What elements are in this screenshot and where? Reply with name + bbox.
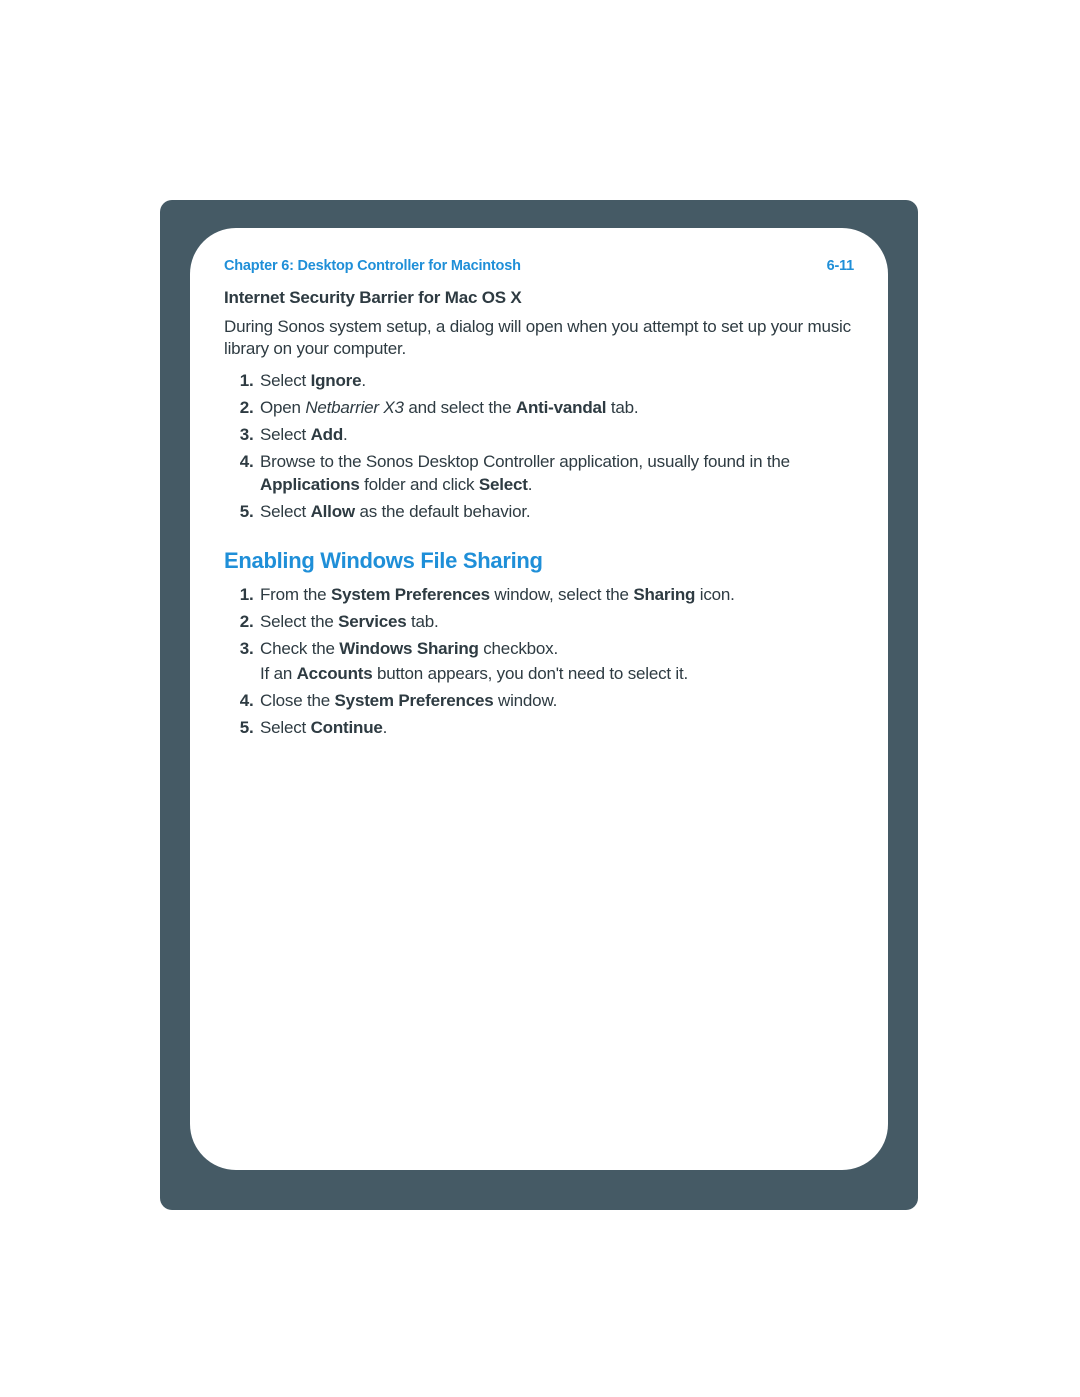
list-item: Open Netbarrier X3 and select the Anti-v… [258,397,854,420]
text: . [361,371,366,390]
text: Select the [260,612,338,631]
text: icon. [695,585,734,604]
text-bold: Accounts [297,664,373,683]
section2-steps: From the System Preferences window, sele… [224,584,854,740]
list-item: Check the Windows Sharing checkbox. If a… [258,638,854,686]
text: tab. [407,612,439,631]
text: window, select the [490,585,633,604]
text: button appears, you don't need to select… [372,664,688,683]
text: Select [260,718,311,737]
text: From the [260,585,331,604]
page-frame: Chapter 6: Desktop Controller for Macint… [160,200,918,1210]
text: Browse to the Sonos Desktop Controller a… [260,452,790,471]
text-bold: Add [311,425,343,444]
text: folder and click [360,475,479,494]
text: . [383,718,388,737]
text: . [528,475,533,494]
text-bold: Anti-vandal [516,398,606,417]
text-bold: Continue [311,718,383,737]
text: and select the [404,398,516,417]
text: window. [494,691,558,710]
running-header: Chapter 6: Desktop Controller for Macint… [224,258,854,274]
text: . [343,425,348,444]
text-bold: Sharing [633,585,695,604]
list-item: Select Continue. [258,717,854,740]
text: checkbox. [479,639,558,658]
list-item: Select the Services tab. [258,611,854,634]
text-bold: Windows Sharing [339,639,478,658]
section1-title: Internet Security Barrier for Mac OS X [224,288,854,308]
text-bold: System Preferences [335,691,494,710]
list-item: Select Allow as the default behavior. [258,501,854,524]
list-item: Close the System Preferences window. [258,690,854,713]
text: Check the [260,639,339,658]
text: as the default behavior. [355,502,531,521]
list-subtext: If an Accounts button appears, you don't… [260,663,854,686]
text-bold: System Preferences [331,585,490,604]
list-item: Select Add. [258,424,854,447]
text: Select [260,425,311,444]
text: Open [260,398,305,417]
section1-steps: Select Ignore. Open Netbarrier X3 and se… [224,370,854,524]
text: Select [260,371,311,390]
section1-intro: During Sonos system setup, a dialog will… [224,316,854,360]
text: If an [260,664,297,683]
text-bold: Allow [311,502,355,521]
page-content: Chapter 6: Desktop Controller for Macint… [190,228,888,1170]
text-bold: Select [479,475,528,494]
text: Select [260,502,311,521]
text-bold: Ignore [311,371,362,390]
text-italic: Netbarrier X3 [305,398,404,417]
chapter-label: Chapter 6: Desktop Controller for Macint… [224,258,521,274]
list-item: From the System Preferences window, sele… [258,584,854,607]
page-number: 6-11 [827,258,854,274]
text-bold: Applications [260,475,360,494]
text: Close the [260,691,335,710]
text-bold: Services [338,612,406,631]
list-item: Browse to the Sonos Desktop Controller a… [258,451,854,497]
list-item: Select Ignore. [258,370,854,393]
section2-title: Enabling Windows File Sharing [224,548,854,574]
viewport: Chapter 6: Desktop Controller for Macint… [0,0,1080,1397]
text: tab. [606,398,638,417]
